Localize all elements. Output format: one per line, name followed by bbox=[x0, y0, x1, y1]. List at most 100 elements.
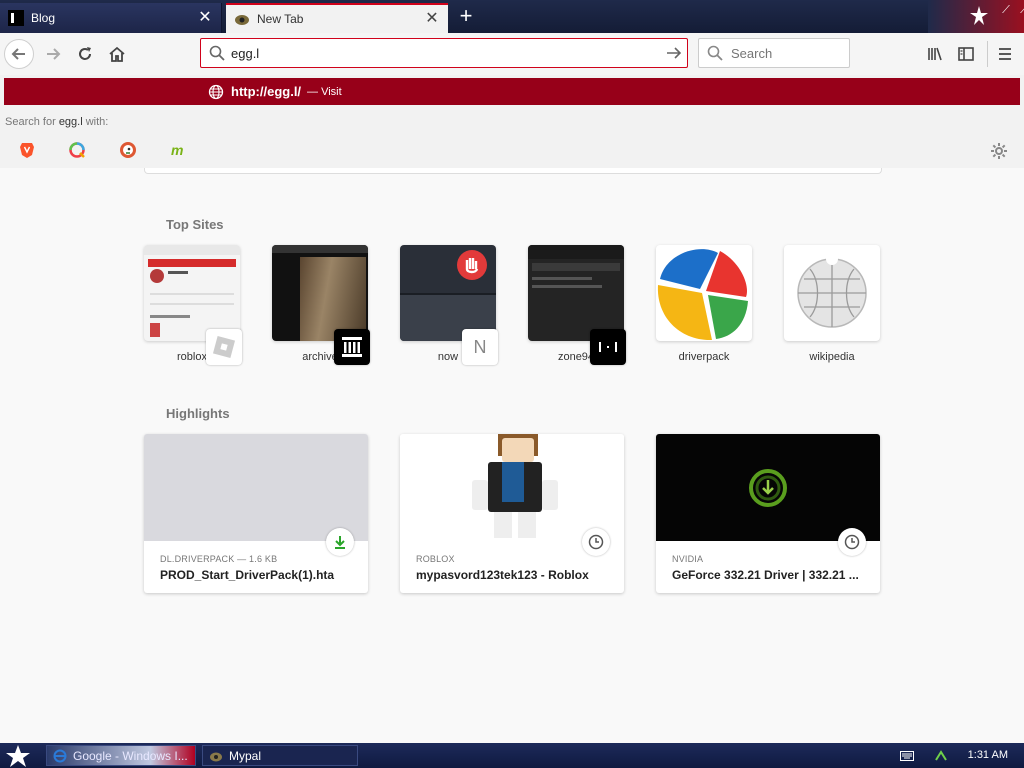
top-site-archive[interactable]: archive bbox=[272, 245, 370, 365]
star-logo-icon bbox=[970, 6, 988, 25]
search-icon bbox=[707, 45, 723, 61]
clock-icon bbox=[582, 528, 610, 556]
globe-icon bbox=[208, 84, 224, 99]
taskbar: Google - Windows I... Mypal 1:31 AM bbox=[0, 743, 1024, 768]
highlight-card-roblox[interactable]: ROBLOX mypasvord123tek123 - Roblox bbox=[400, 434, 624, 593]
highlight-meta: NVIDIA bbox=[672, 554, 704, 564]
driverpack-logo-icon bbox=[656, 245, 752, 341]
reload-icon bbox=[79, 47, 91, 60]
search-icon bbox=[209, 45, 225, 61]
mypal-favicon-icon bbox=[235, 15, 249, 25]
new-tab-page: Top Sites roblox archive N now zone94 dr… bbox=[0, 168, 1024, 743]
tab-bar: Blog ✕ New Tab ✕ + ⟋ ⟋ ✕ bbox=[0, 0, 1024, 33]
top-sites-title: Top Sites bbox=[166, 217, 224, 232]
mypal-icon bbox=[210, 752, 222, 761]
close-tab-icon[interactable]: ✕ bbox=[197, 10, 213, 26]
go-arrow-icon[interactable] bbox=[665, 44, 683, 62]
highlight-title: GeForce 332.21 Driver | 332.21 ... bbox=[672, 568, 859, 582]
top-site-driverpack[interactable]: driverpack bbox=[656, 245, 752, 363]
zone94-thumbnail bbox=[528, 245, 624, 341]
sidebar-icon bbox=[958, 47, 974, 61]
toolbar-separator bbox=[987, 41, 988, 67]
taskbar-item-mypal[interactable]: Mypal bbox=[202, 745, 358, 766]
arrow-left-icon bbox=[11, 48, 25, 60]
roblox-avatar-image bbox=[400, 434, 624, 541]
taskbar-item-google[interactable]: Google - Windows I... bbox=[46, 745, 196, 766]
keyboard-icon[interactable] bbox=[900, 750, 914, 762]
library-icon bbox=[928, 47, 942, 61]
blog-favicon-icon bbox=[8, 10, 24, 26]
close-tab-icon[interactable]: ✕ bbox=[424, 11, 440, 27]
mojeek-icon[interactable]: m bbox=[170, 141, 188, 159]
zone94-badge-icon bbox=[590, 329, 626, 365]
nvidia-image bbox=[656, 434, 880, 541]
search-with-prefix: Search for bbox=[5, 116, 56, 128]
tab-blog-label: Blog bbox=[31, 11, 56, 25]
qwant-icon[interactable] bbox=[68, 141, 86, 159]
archive-badge-icon bbox=[334, 329, 370, 365]
top-site-now[interactable]: N now bbox=[400, 245, 498, 365]
roblox-badge-icon bbox=[206, 329, 242, 365]
tab-new-tab[interactable]: New Tab ✕ bbox=[226, 3, 448, 33]
forward-button[interactable] bbox=[38, 39, 68, 69]
now-badge-letter: N bbox=[473, 336, 487, 357]
url-bar[interactable] bbox=[200, 38, 688, 68]
roblox-thumbnail bbox=[144, 245, 240, 341]
ie-icon bbox=[53, 749, 67, 762]
maximize-window-icon[interactable]: ⟋ bbox=[1016, 4, 1024, 18]
top-site-label: driverpack bbox=[678, 351, 730, 363]
now-thumbnail bbox=[400, 245, 496, 341]
highlights-title: Highlights bbox=[166, 406, 230, 421]
taskbar-item-label: Google - Windows I... bbox=[73, 748, 188, 763]
new-tab-button[interactable]: + bbox=[452, 5, 480, 29]
duckduckgo-icon[interactable] bbox=[119, 141, 137, 159]
top-site-label: wikipedia bbox=[809, 351, 855, 363]
reload-button[interactable] bbox=[70, 39, 100, 69]
hamburger-menu-icon bbox=[999, 48, 1011, 60]
highlight-title: mypasvord123tek123 - Roblox bbox=[416, 568, 589, 582]
menu-button[interactable] bbox=[990, 39, 1020, 69]
gear-icon[interactable] bbox=[990, 142, 1008, 160]
highlight-card-driverpack[interactable]: DL.DRIVERPACK — 1.6 KB PROD_Start_Driver… bbox=[144, 434, 368, 593]
wikipedia-logo-icon bbox=[784, 245, 880, 341]
top-site-roblox[interactable]: roblox bbox=[144, 245, 242, 365]
window-controls: ⟋ ⟋ ✕ bbox=[928, 0, 1024, 33]
top-site-wikipedia[interactable]: wikipedia bbox=[784, 245, 880, 363]
highlight-title: PROD_Start_DriverPack(1).hta bbox=[160, 568, 335, 582]
suggestion-action: — Visit bbox=[307, 85, 342, 98]
page-search-box[interactable] bbox=[144, 168, 882, 174]
system-tray: 1:31 AM bbox=[894, 743, 1024, 768]
search-input[interactable] bbox=[731, 44, 841, 62]
start-star-icon[interactable] bbox=[6, 745, 30, 767]
now-badge-icon: N bbox=[462, 329, 498, 365]
download-icon bbox=[326, 528, 354, 556]
top-site-zone94[interactable]: zone94 bbox=[528, 245, 626, 365]
sidebar-button[interactable] bbox=[951, 39, 981, 69]
url-input[interactable] bbox=[231, 43, 651, 63]
search-with-label: Search for egg.l with: bbox=[5, 116, 108, 128]
highlight-meta: ROBLOX bbox=[416, 554, 455, 564]
library-button[interactable] bbox=[920, 39, 950, 69]
taskbar-item-label: Mypal bbox=[229, 748, 262, 763]
suggestion-url: http://egg.l/ bbox=[231, 84, 302, 99]
clock: 1:31 AM bbox=[967, 749, 1008, 761]
url-suggestion-popup: http://egg.l/ — Visit Search for egg.l w… bbox=[0, 75, 1024, 169]
highlight-card-nvidia[interactable]: NVIDIA GeForce 332.21 Driver | 332.21 ..… bbox=[656, 434, 880, 593]
archive-thumbnail bbox=[272, 245, 368, 341]
home-icon bbox=[109, 46, 125, 62]
back-button[interactable] bbox=[4, 39, 34, 69]
network-icon[interactable] bbox=[934, 748, 948, 762]
search-with-term: egg.l bbox=[58, 116, 83, 128]
search-with-suffix: with: bbox=[85, 116, 109, 128]
navigation-toolbar bbox=[0, 33, 1024, 76]
highlight-meta: DL.DRIVERPACK — 1.6 KB bbox=[160, 554, 278, 564]
search-bar[interactable] bbox=[698, 38, 850, 68]
brave-icon[interactable] bbox=[18, 141, 36, 159]
minimize-window-icon[interactable]: ⟋ bbox=[998, 4, 1014, 18]
clock-icon bbox=[838, 528, 866, 556]
home-button[interactable] bbox=[102, 39, 132, 69]
highlight-image bbox=[144, 434, 368, 541]
tab-blog[interactable]: Blog ✕ bbox=[0, 3, 222, 33]
visit-suggestion-row[interactable]: http://egg.l/ — Visit bbox=[4, 78, 1020, 105]
svg-text:m: m bbox=[171, 142, 183, 158]
